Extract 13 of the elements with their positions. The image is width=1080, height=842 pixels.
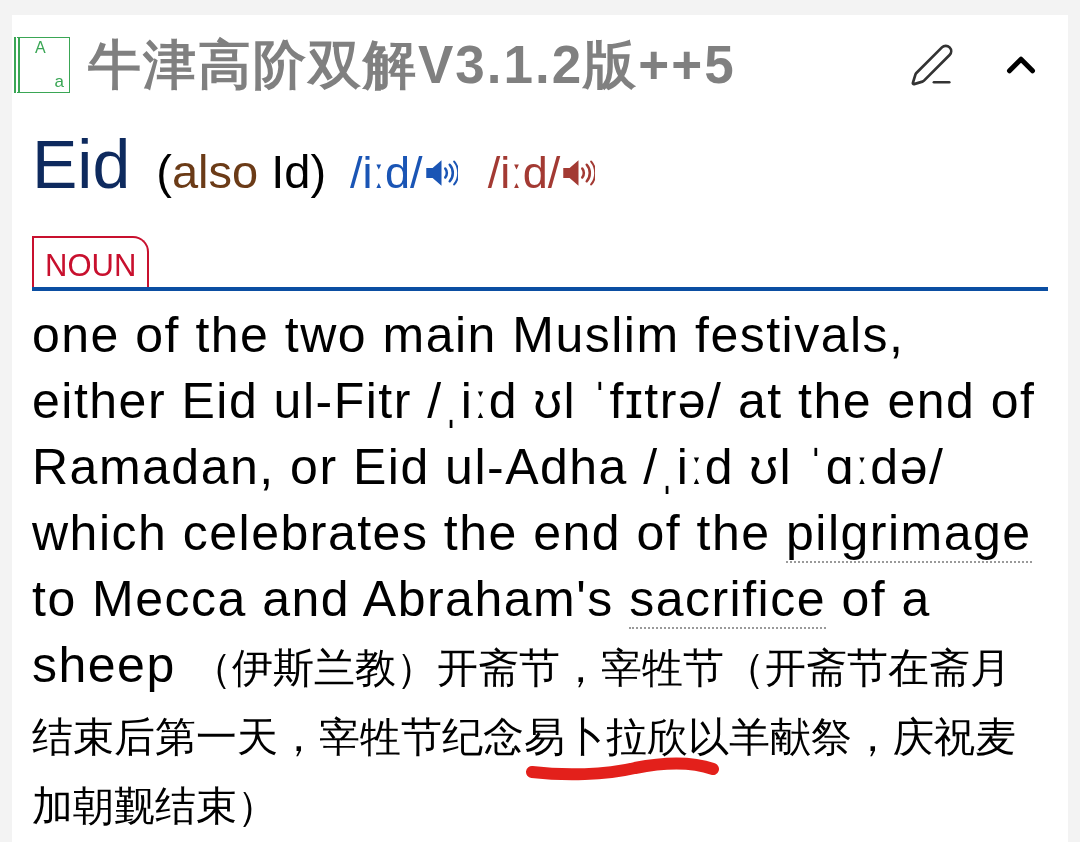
- logo-letter: A: [35, 39, 46, 57]
- dictionary-title: 牛津高阶双解V3.1.2版++5: [88, 34, 736, 96]
- pronunciation: /iːd/: [350, 146, 423, 200]
- speaker-icon[interactable]: [424, 158, 458, 187]
- pronunciation: /iːd/: [487, 146, 561, 200]
- cross-reference-link[interactable]: pilgrimage: [786, 505, 1032, 563]
- logo-letter: a: [54, 73, 64, 91]
- speaker-icon[interactable]: [562, 158, 596, 187]
- cross-reference-link[interactable]: sacrifice: [629, 571, 826, 629]
- edit-icon: [909, 42, 955, 88]
- headword: Eid: [32, 125, 131, 204]
- variant-form: (also Id): [156, 144, 327, 200]
- definition-text: one of the two main Muslim festivals, either Eid ul-Fitr /ˌiːd ʊl ˈfɪtrə/ at the end of Ramadan, or Eid ul-Adha /ˌiːd ʊl ˈɑːdə/ which celebrates the end of the pilgrimage to Mecca and Abraham's sacrifice of a sheep （伊斯兰教）开斋节，宰牲节（开斋节在斋月结束后第一天，宰牲节纪念易 卜拉欣以羊献祭，庆祝麦加朝觐结束）: [32, 306, 1037, 831]
